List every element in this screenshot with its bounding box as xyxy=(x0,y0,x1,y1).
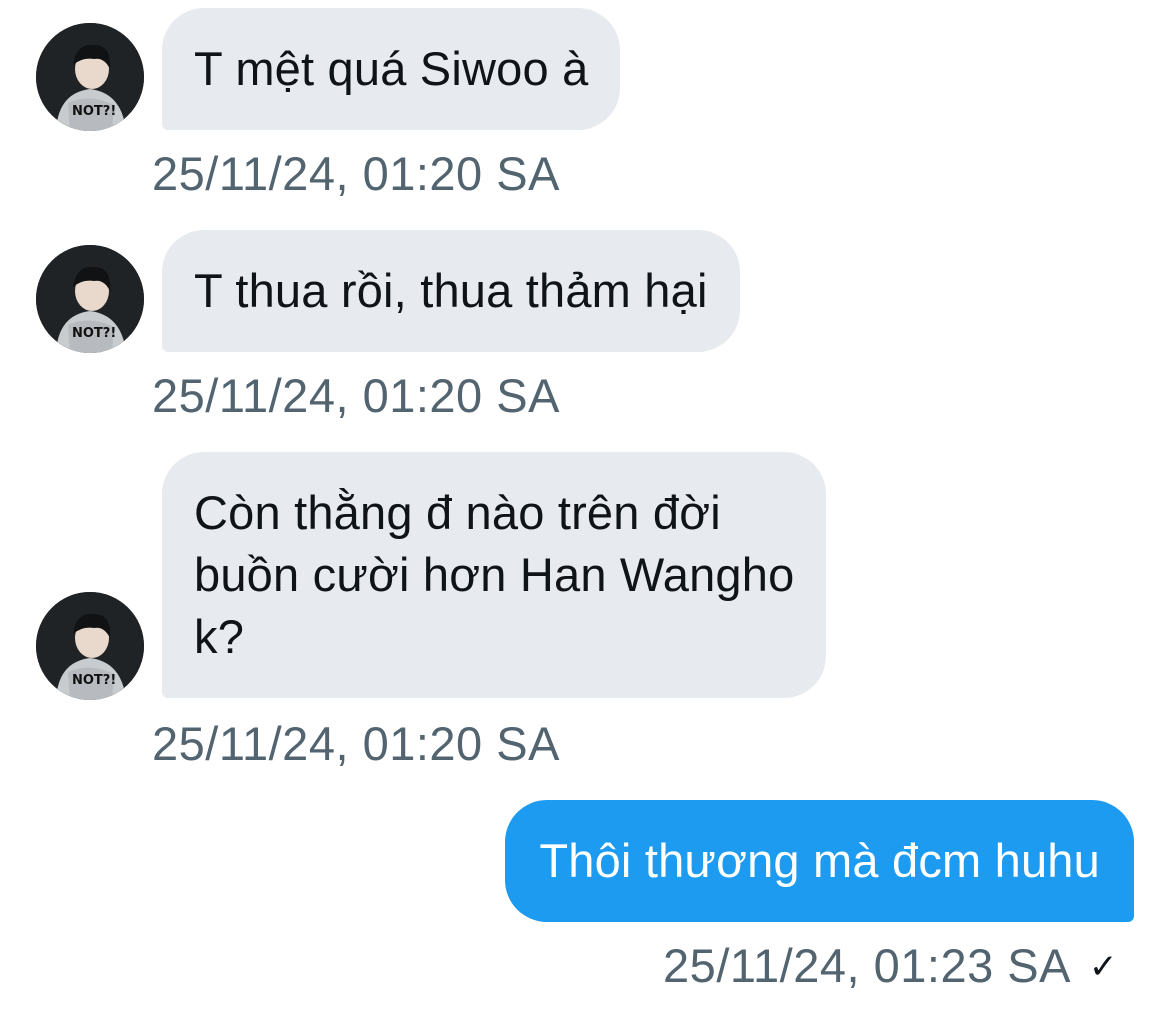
message-text: T mệt quá Siwoo à xyxy=(194,42,589,95)
check-icon: ✓ xyxy=(1089,948,1118,986)
conversation-thread: NOT?! T mệt quá Siwoo à 25/11/24, 01:20 … xyxy=(0,0,1170,1026)
incoming-message-bubble[interactable]: T thua rồi, thua thảm hại xyxy=(162,230,740,352)
message-timestamp: 25/11/24, 01:23 SA xyxy=(663,939,1071,992)
message-timestamp: 25/11/24, 01:20 SA xyxy=(152,717,560,770)
avatar-photo-icon: NOT?! xyxy=(36,592,144,700)
incoming-message-bubble[interactable]: Còn thằng đ nào trên đời buồn cười hơn H… xyxy=(162,452,827,698)
message-text: Thôi thương mà đcm huhu xyxy=(539,834,1100,887)
message-timestamp: 25/11/24, 01:20 SA xyxy=(152,369,560,422)
incoming-message-bubble[interactable]: T mệt quá Siwoo à xyxy=(162,8,621,130)
message-text-line: Còn thằng đ nào trên đời xyxy=(194,486,721,539)
message-text-line: k? xyxy=(194,610,245,663)
hoodie-print: NOT?! xyxy=(72,673,116,688)
avatar-photo-icon: NOT?! xyxy=(36,245,144,353)
sender-avatar[interactable]: NOT?! xyxy=(36,592,144,700)
avatar-photo-icon: NOT?! xyxy=(36,23,144,131)
message-text-line: buồn cười hơn Han Wangho xyxy=(194,548,795,601)
outgoing-message-bubble[interactable]: Thôi thương mà đcm huhu xyxy=(505,800,1134,922)
message-text: T thua rồi, thua thảm hại xyxy=(194,264,708,317)
hoodie-print: NOT?! xyxy=(72,326,116,341)
sender-avatar[interactable]: NOT?! xyxy=(36,23,144,131)
sender-avatar[interactable]: NOT?! xyxy=(36,245,144,353)
message-timestamp-row: 25/11/24, 01:23 SA ✓ xyxy=(663,938,1118,995)
message-timestamp: 25/11/24, 01:20 SA xyxy=(152,147,560,200)
hoodie-print: NOT?! xyxy=(72,104,116,119)
